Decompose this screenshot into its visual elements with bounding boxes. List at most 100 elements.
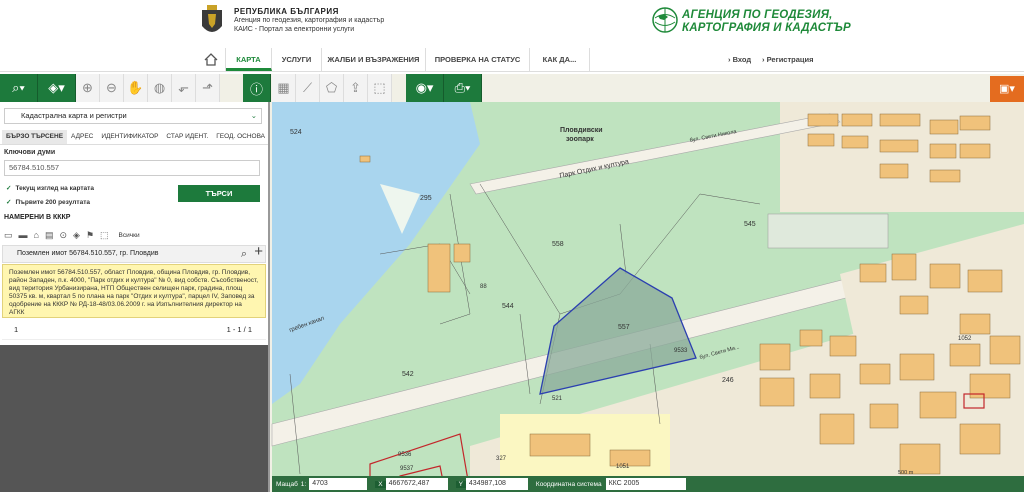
gov-title-block: РЕПУБЛИКА БЪЛГАРИЯ Агенция по геодезия, … <box>234 7 384 34</box>
keywords-input[interactable]: 56784.510.557 <box>4 160 260 176</box>
crs-label: Координатна система <box>535 480 602 488</box>
zoom-in-button[interactable]: ⊕ <box>76 74 100 102</box>
table-tool-button[interactable]: ▦ <box>272 74 296 102</box>
nav-item-services[interactable]: УСЛУГИ <box>272 48 322 71</box>
ruler-icon: ⟋ <box>302 80 313 95</box>
page-number[interactable]: 1 <box>14 325 18 334</box>
upload-icon: ⇪ <box>350 80 361 95</box>
map-area[interactable]: Пловдивски зоопарк бул. Свети Никола Пар… <box>0 74 1024 492</box>
first-200-checkbox[interactable]: ✓ Първите 200 резултата <box>6 198 90 206</box>
tab-address[interactable]: АДРЕС <box>67 130 97 144</box>
location-filter-icon[interactable]: ⊙ <box>59 230 67 241</box>
tab-identifier[interactable]: ИДЕНТИФИКАТОР <box>97 130 162 144</box>
map-label-295: 295 <box>420 195 432 202</box>
next-view-icon: ⬏ <box>202 80 213 95</box>
first-200-label: Първите 200 резултата <box>15 199 90 206</box>
layers-filter-icon[interactable]: ◈ <box>73 230 80 241</box>
nav-item-status-check[interactable]: ПРОВЕРКА НА СТАТУС <box>426 48 530 71</box>
measure-area-button[interactable]: ⬠ <box>320 74 344 102</box>
pan-button[interactable]: ✋ <box>124 74 148 102</box>
map-label-zoo: Пловдивски <box>560 127 603 134</box>
checkmark-icon: ✓ <box>6 185 12 192</box>
scale-prefix: 1: <box>300 480 307 488</box>
map-label-9536: 9536 <box>398 452 412 458</box>
result-header[interactable]: Поземлен имот 56784.510.557, гр. Пловдив… <box>2 244 266 263</box>
map-label-524: 524 <box>290 129 302 136</box>
panel-empty-area <box>0 345 268 492</box>
layer-select-label: Кадастрална карта и регистри <box>21 111 127 120</box>
map-toolbar-extra: ◉▾ ⎙▾ <box>406 74 482 102</box>
crs-select[interactable]: ККС 2005 <box>605 478 686 490</box>
home-icon <box>204 53 218 66</box>
upload-button[interactable]: ⇪ <box>344 74 368 102</box>
previous-view-icon: ⬐ <box>178 80 189 95</box>
search-icon: ⌕▾ <box>12 80 25 95</box>
current-view-label: Текущ изглед на картата <box>15 185 94 192</box>
nav-item-complaints[interactable]: ЖАЛБИ И ВЪЗРАЖЕНИЯ <box>322 48 426 71</box>
legend-toggle-button[interactable]: ▣▾ <box>990 76 1024 102</box>
layers-tool-button[interactable]: ◈▾ <box>38 74 76 102</box>
printer-icon: ⎙▾ <box>454 80 471 95</box>
zoom-to-result-icon[interactable]: ⌕ <box>241 246 247 262</box>
measure-line-button[interactable]: ⟋ <box>296 74 320 102</box>
x-coordinate-input[interactable]: 4667672,487 <box>385 478 448 490</box>
info-icon: ⓘ <box>249 81 263 97</box>
result-filter-icons: ▭ ▬ ⌂ ▤ ⊙ ◈ ⚑ ⬚ Всички <box>4 228 266 242</box>
register-link[interactable]: › Регистрация <box>762 48 814 71</box>
result-description: Поземлен имот 56784.510.557, област Плов… <box>2 264 266 318</box>
scale-input[interactable]: 4703 <box>309 478 368 490</box>
info-tool: ⓘ <box>243 74 271 102</box>
y-label: Y <box>455 480 466 488</box>
building-filter-icon[interactable]: ▬ <box>19 230 28 240</box>
agency-name-line1: АГЕНЦИЯ ПО ГЕОДЕЗИЯ, <box>682 9 833 21</box>
gov-agency-name: Агенция по геодезия, картография и кадас… <box>234 17 385 24</box>
home-button[interactable] <box>196 48 226 71</box>
site-header: РЕПУБЛИКА БЪЛГАРИЯ Агенция по геодезия, … <box>0 0 1024 48</box>
tab-old-identifier[interactable]: СТАР ИДЕНТ. <box>162 130 212 144</box>
zoom-out-button[interactable]: ⊖ <box>100 74 124 102</box>
login-link[interactable]: › Вход <box>728 48 751 71</box>
y-field: Y 434987,108 <box>452 476 532 492</box>
polygon-icon: ⬠ <box>325 80 338 95</box>
tab-quick-search[interactable]: БЪРЗО ТЪРСЕНЕ <box>2 130 68 144</box>
chevron-down-icon: ⌄ <box>250 111 257 120</box>
map-label-246: 246 <box>722 377 734 384</box>
result-title: Поземлен имот 56784.510.557, гр. Пловдив <box>17 250 159 257</box>
all-filter-label[interactable]: Всички <box>119 232 140 239</box>
found-title: НАМЕРЕНИ В КККР <box>4 214 71 221</box>
zoom-out-icon: ⊖ <box>106 80 117 95</box>
parcel-filter-icon[interactable]: ▭ <box>4 230 13 241</box>
nav-item-map[interactable]: КАРТА <box>226 48 272 71</box>
map-label-544: 544 <box>502 303 514 310</box>
house-filter-icon[interactable]: ⌂ <box>34 230 39 240</box>
coordinate-bar: Мащаб 1: 4703 X 4667672,487 Y 434987,108… <box>272 476 1024 492</box>
select-area-button[interactable]: ⬚ <box>368 74 392 102</box>
print-button[interactable]: ⎙▾ <box>444 74 482 102</box>
next-extent-button[interactable]: ⬏ <box>196 74 220 102</box>
map-label-521: 521 <box>552 396 563 402</box>
map-label-542: 542 <box>402 371 414 378</box>
search-button[interactable]: ТЪРСИ <box>178 185 260 202</box>
point-filter-icon[interactable]: ▤ <box>45 230 54 241</box>
info-button[interactable]: ⓘ <box>243 74 271 102</box>
map-label-327: 327 <box>496 456 507 462</box>
x-field: X 4667672,487 <box>371 476 451 492</box>
tab-geodetic-base[interactable]: ГЕОД. ОСНОВА <box>212 130 269 144</box>
layer-select[interactable]: Кадастрална карта и регистри ⌄ <box>4 108 262 124</box>
map-label-zoo2: зоопарк <box>566 136 594 143</box>
marker-filter-icon[interactable]: ⚑ <box>86 230 94 241</box>
current-view-checkbox[interactable]: ✓ Текущ изглед на картата <box>6 184 94 192</box>
map-label-558: 558 <box>552 241 564 248</box>
nav-item-how-to[interactable]: КАК ДА... <box>530 48 590 71</box>
area-filter-icon[interactable]: ⬚ <box>100 230 109 241</box>
globe-icon: ◍ <box>153 80 166 95</box>
agency-name-line2: КАРТОГРАФИЯ И КАДАСТЪР <box>682 22 851 34</box>
x-label: X <box>375 480 386 488</box>
full-extent-button[interactable]: ◍ <box>148 74 172 102</box>
search-tool-button[interactable]: ⌕▾ <box>0 74 38 102</box>
identify-tool-button[interactable]: ◉▾ <box>406 74 444 102</box>
identify-icon: ◉▾ <box>415 80 434 95</box>
previous-extent-button[interactable]: ⬐ <box>172 74 196 102</box>
y-coordinate-input[interactable]: 434987,108 <box>465 478 528 490</box>
add-result-icon[interactable]: + <box>254 244 263 260</box>
